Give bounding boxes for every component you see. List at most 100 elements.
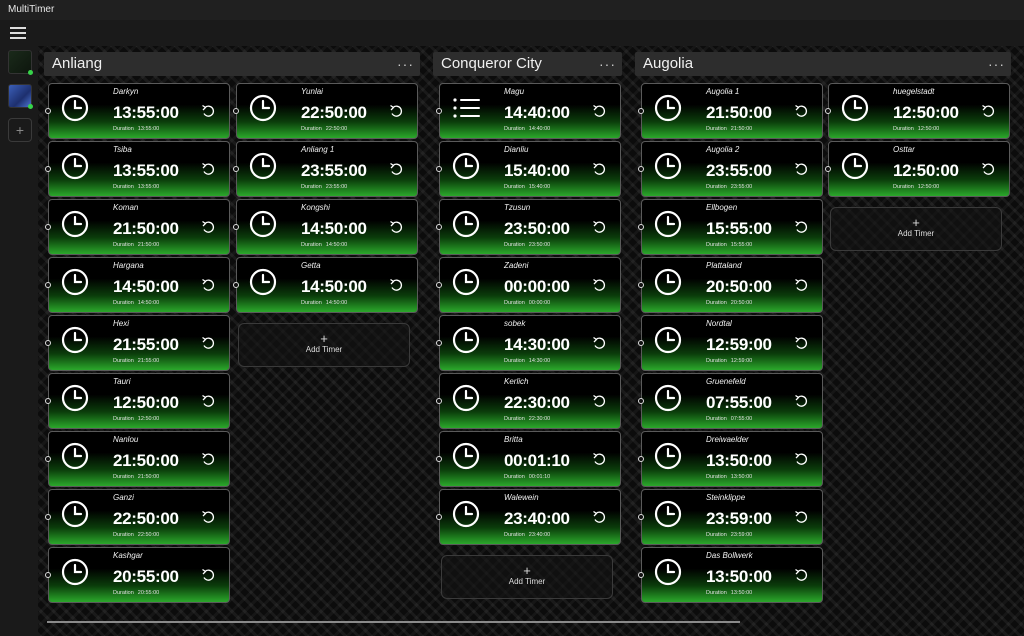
timer-card[interactable]: Dreiwaelder 13:50:00 Duration 13:50:00 xyxy=(641,431,823,487)
timer-card[interactable]: Hargana 14:50:00 Duration 14:50:00 xyxy=(48,257,230,313)
timer-time: 13:50:00 xyxy=(706,567,772,586)
reset-icon[interactable] xyxy=(794,162,808,176)
reset-icon[interactable] xyxy=(389,104,403,118)
reset-icon[interactable] xyxy=(201,336,215,350)
timer-card[interactable]: Osttar 12:50:00 Duration 12:50:00 xyxy=(828,141,1010,197)
timer-card[interactable]: Kongshi 14:50:00 Duration 14:50:00 xyxy=(236,199,418,255)
timer-duration: Duration 14:50:00 xyxy=(113,300,159,306)
reset-icon[interactable] xyxy=(389,278,403,292)
reset-icon[interactable] xyxy=(794,220,808,234)
timer-time: 23:55:00 xyxy=(706,161,772,180)
reset-icon[interactable] xyxy=(794,568,808,582)
profile-thumbnail-1[interactable] xyxy=(8,50,33,75)
timer-card[interactable]: Tzusun 23:50:00 Duration 23:50:00 xyxy=(439,199,621,255)
timer-card[interactable]: Ellbogen 15:55:00 Duration 15:55:00 xyxy=(641,199,823,255)
timer-name: Ellbogen xyxy=(706,203,738,212)
timer-card[interactable]: Tsiba 13:55:00 Duration 13:55:00 xyxy=(48,141,230,197)
timer-card[interactable]: Darkyn 13:55:00 Duration 13:55:00 xyxy=(48,83,230,139)
timer-time: 23:40:00 xyxy=(504,509,570,528)
timer-card[interactable]: Plattaland 20:50:00 Duration 20:50:00 xyxy=(641,257,823,313)
timer-card[interactable]: Dianliu 15:40:00 Duration 15:40:00 xyxy=(439,141,621,197)
profile-thumbnail-2[interactable] xyxy=(8,84,33,109)
timer-name: Kongshi xyxy=(301,203,330,212)
reset-icon[interactable] xyxy=(592,336,606,350)
timer-duration: Duration 20:55:00 xyxy=(113,590,159,596)
clock-icon xyxy=(654,210,682,238)
timer-duration: Duration 15:40:00 xyxy=(504,184,550,190)
reset-icon[interactable] xyxy=(201,220,215,234)
add-timer-button[interactable]: + Add Timer xyxy=(830,207,1002,251)
reset-icon[interactable] xyxy=(592,104,606,118)
timer-duration: Duration 15:55:00 xyxy=(706,242,752,248)
timer-card[interactable]: Kashgar 20:55:00 Duration 20:55:00 xyxy=(48,547,230,603)
reset-icon[interactable] xyxy=(201,510,215,524)
reset-icon[interactable] xyxy=(794,452,808,466)
reset-icon[interactable] xyxy=(592,452,606,466)
status-dot xyxy=(28,70,33,75)
timer-card[interactable]: Kerlich 22:30:00 Duration 22:30:00 xyxy=(439,373,621,429)
timer-card[interactable]: Ganzi 22:50:00 Duration 22:50:00 xyxy=(48,489,230,545)
reset-icon[interactable] xyxy=(592,162,606,176)
add-timer-button[interactable]: + Add Timer xyxy=(441,555,613,599)
timer-card[interactable]: Steinklippe 23:59:00 Duration 23:59:00 xyxy=(641,489,823,545)
add-timer-button[interactable]: + Add Timer xyxy=(238,323,410,367)
timer-card[interactable]: huegelstadt 12:50:00 Duration 12:50:00 xyxy=(828,83,1010,139)
timer-card[interactable]: Hexi 21:55:00 Duration 21:55:00 xyxy=(48,315,230,371)
timer-duration: Duration 13:55:00 xyxy=(113,184,159,190)
reset-icon[interactable] xyxy=(389,220,403,234)
reset-icon[interactable] xyxy=(794,278,808,292)
timer-card[interactable]: Anliang 1 23:55:00 Duration 23:55:00 xyxy=(236,141,418,197)
timer-card[interactable]: Britta 00:01:10 Duration 00:01:10 xyxy=(439,431,621,487)
reset-icon[interactable] xyxy=(592,278,606,292)
timer-name: Koman xyxy=(113,203,139,212)
timer-card[interactable]: Magu 14:40:00 Duration 14:40:00 xyxy=(439,83,621,139)
timer-card[interactable]: Nanlou 21:50:00 Duration 21:50:00 xyxy=(48,431,230,487)
reset-icon[interactable] xyxy=(201,162,215,176)
connector-pin xyxy=(436,108,442,114)
reset-icon[interactable] xyxy=(794,336,808,350)
timer-card[interactable]: Das Bollwerk 13:50:00 Duration 13:50:00 xyxy=(641,547,823,603)
connector-pin xyxy=(638,340,644,346)
duration-value: 13:50:00 xyxy=(730,590,753,596)
timer-card[interactable]: Yunlai 22:50:00 Duration 22:50:00 xyxy=(236,83,418,139)
timer-name: Walewein xyxy=(504,493,539,502)
reset-icon[interactable] xyxy=(592,394,606,408)
group-more-options-icon[interactable]: ··· xyxy=(988,52,1005,76)
timer-card[interactable]: sobek 14:30:00 Duration 14:30:00 xyxy=(439,315,621,371)
duration-value: 15:55:00 xyxy=(730,242,753,248)
reset-icon[interactable] xyxy=(201,104,215,118)
duration-value: 20:55:00 xyxy=(137,590,160,596)
reset-icon[interactable] xyxy=(592,510,606,524)
reset-icon[interactable] xyxy=(794,510,808,524)
timer-card[interactable]: Augolia 2 23:55:00 Duration 23:55:00 xyxy=(641,141,823,197)
reset-icon[interactable] xyxy=(794,104,808,118)
reset-icon[interactable] xyxy=(201,568,215,582)
timer-duration: Duration 21:50:00 xyxy=(706,126,752,132)
timer-card[interactable]: Walewein 23:40:00 Duration 23:40:00 xyxy=(439,489,621,545)
reset-icon[interactable] xyxy=(981,162,995,176)
reset-icon[interactable] xyxy=(389,162,403,176)
add-profile-button[interactable]: + xyxy=(8,118,32,142)
timer-time: 00:01:10 xyxy=(504,451,570,470)
timer-time: 14:50:00 xyxy=(113,277,179,296)
group-more-options-icon[interactable]: ··· xyxy=(599,52,616,76)
timer-card[interactable]: Zadeni 00:00:00 Duration 00:00:00 xyxy=(439,257,621,313)
reset-icon[interactable] xyxy=(201,452,215,466)
reset-icon[interactable] xyxy=(794,394,808,408)
reset-icon[interactable] xyxy=(592,220,606,234)
reset-icon[interactable] xyxy=(981,104,995,118)
clock-icon xyxy=(452,442,480,470)
timer-card[interactable]: Getta 14:50:00 Duration 14:50:00 xyxy=(236,257,418,313)
horizontal-scrollbar[interactable] xyxy=(47,621,740,623)
timer-card[interactable]: Koman 21:50:00 Duration 21:50:00 xyxy=(48,199,230,255)
timer-card[interactable]: Gruenefeld 07:55:00 Duration 07:55:00 xyxy=(641,373,823,429)
reset-icon[interactable] xyxy=(201,394,215,408)
timer-duration: Duration 14:50:00 xyxy=(301,300,347,306)
reset-icon[interactable] xyxy=(201,278,215,292)
timer-card[interactable]: Augolia 1 21:50:00 Duration 21:50:00 xyxy=(641,83,823,139)
hamburger-menu-icon[interactable] xyxy=(10,27,26,39)
timer-card[interactable]: Nordtal 12:59:00 Duration 12:59:00 xyxy=(641,315,823,371)
group-more-options-icon[interactable]: ··· xyxy=(397,52,414,76)
timer-card[interactable]: Tauri 12:50:00 Duration 12:50:00 xyxy=(48,373,230,429)
duration-label: Duration xyxy=(301,300,322,306)
